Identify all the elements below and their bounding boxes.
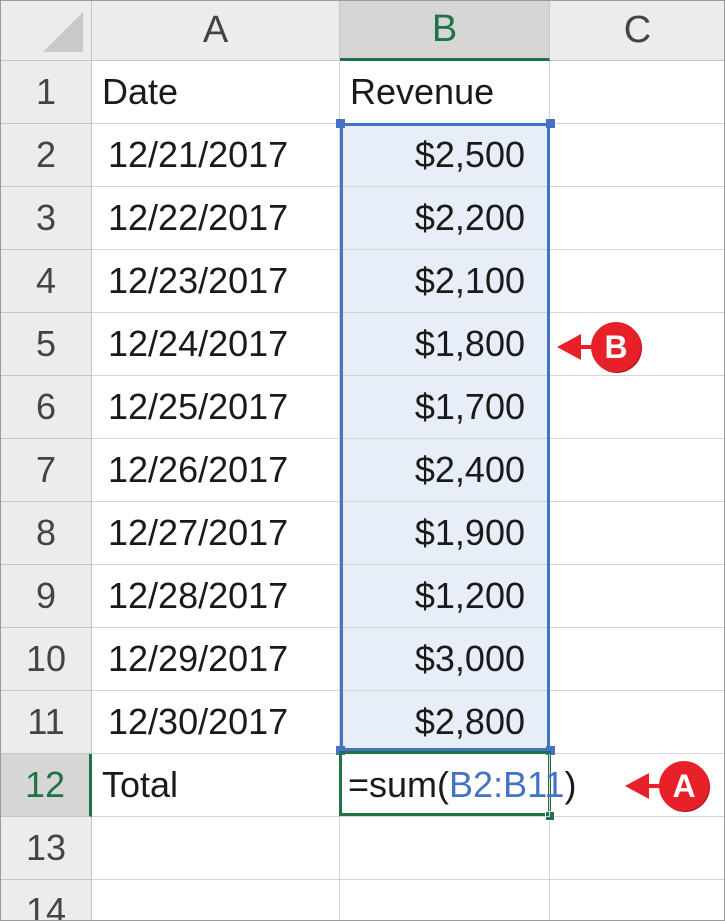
cell-c7[interactable]	[550, 439, 724, 502]
cell-a8[interactable]: 12/27/2017	[92, 502, 340, 565]
cell-c13[interactable]	[550, 817, 724, 880]
row-header-12[interactable]: 12	[1, 754, 92, 817]
callout-b: B	[557, 322, 641, 372]
range-handle-top-left[interactable]	[336, 119, 345, 128]
cell-a10[interactable]: 12/29/2017	[92, 628, 340, 691]
formula-prefix: =sum(	[348, 764, 450, 805]
cell-b12[interactable]: =sum(B2:B11)	[340, 754, 576, 817]
cell-a12[interactable]: Total	[92, 754, 340, 817]
cell-b2[interactable]: $2,500	[340, 124, 550, 187]
callout-arrow-icon	[625, 773, 649, 799]
cell-a5[interactable]: 12/24/2017	[92, 313, 340, 376]
column-header-b[interactable]: B	[340, 1, 550, 61]
cell-b9[interactable]: $1,200	[340, 565, 550, 628]
cell-a2[interactable]: 12/21/2017	[92, 124, 340, 187]
formula-range-ref: B2:B11	[449, 764, 565, 805]
cell-a14[interactable]	[92, 880, 340, 920]
cell-b11[interactable]: $2,800	[340, 691, 550, 754]
callout-badge-b: B	[591, 322, 641, 372]
row-header-3[interactable]: 3	[1, 187, 92, 250]
select-all-corner[interactable]	[1, 1, 92, 61]
cell-b10[interactable]: $3,000	[340, 628, 550, 691]
range-handle-top-right[interactable]	[546, 119, 555, 128]
cell-b6[interactable]: $1,700	[340, 376, 550, 439]
cell-c8[interactable]	[550, 502, 724, 565]
cell-c4[interactable]	[550, 250, 724, 313]
cell-c11[interactable]	[550, 691, 724, 754]
column-header-a[interactable]: A	[92, 1, 340, 61]
cell-b3[interactable]: $2,200	[340, 187, 550, 250]
callout-arrow-icon	[557, 334, 581, 360]
row-header-1[interactable]: 1	[1, 61, 92, 124]
row-header-14[interactable]: 14	[1, 880, 92, 920]
cell-c10[interactable]	[550, 628, 724, 691]
column-header-c[interactable]: C	[550, 1, 724, 61]
cell-a13[interactable]	[92, 817, 340, 880]
row-header-2[interactable]: 2	[1, 124, 92, 187]
row-header-7[interactable]: 7	[1, 439, 92, 502]
cell-a4[interactable]: 12/23/2017	[92, 250, 340, 313]
callout-a: A	[625, 761, 709, 811]
cell-c9[interactable]	[550, 565, 724, 628]
cell-a3[interactable]: 12/22/2017	[92, 187, 340, 250]
row-header-6[interactable]: 6	[1, 376, 92, 439]
spreadsheet: A B C 1 Date Revenue 2 12/21/2017 $2,500 3 12/2…	[0, 0, 725, 921]
cell-b7[interactable]: $2,400	[340, 439, 550, 502]
cell-c6[interactable]	[550, 376, 724, 439]
row-header-8[interactable]: 8	[1, 502, 92, 565]
row-header-5[interactable]: 5	[1, 313, 92, 376]
cell-c2[interactable]	[550, 124, 724, 187]
select-all-triangle-icon	[43, 12, 83, 52]
cell-b13[interactable]	[340, 817, 550, 880]
callout-badge-a: A	[659, 761, 709, 811]
cell-b8[interactable]: $1,900	[340, 502, 550, 565]
cell-b1[interactable]: Revenue	[340, 61, 550, 124]
row-header-13[interactable]: 13	[1, 817, 92, 880]
cell-b5[interactable]: $1,800	[340, 313, 550, 376]
row-header-11[interactable]: 11	[1, 691, 92, 754]
cell-c1[interactable]	[550, 61, 724, 124]
formula-suffix: )	[564, 764, 577, 805]
cell-a1[interactable]: Date	[92, 61, 340, 124]
cell-a7[interactable]: 12/26/2017	[92, 439, 340, 502]
row-header-4[interactable]: 4	[1, 250, 92, 313]
cell-b14[interactable]	[340, 880, 550, 920]
cell-c3[interactable]	[550, 187, 724, 250]
cell-b4[interactable]: $2,100	[340, 250, 550, 313]
row-header-10[interactable]: 10	[1, 628, 92, 691]
cell-c14[interactable]	[550, 880, 724, 920]
cell-a11[interactable]: 12/30/2017	[92, 691, 340, 754]
cell-a6[interactable]: 12/25/2017	[92, 376, 340, 439]
cell-a9[interactable]: 12/28/2017	[92, 565, 340, 628]
row-header-9[interactable]: 9	[1, 565, 92, 628]
